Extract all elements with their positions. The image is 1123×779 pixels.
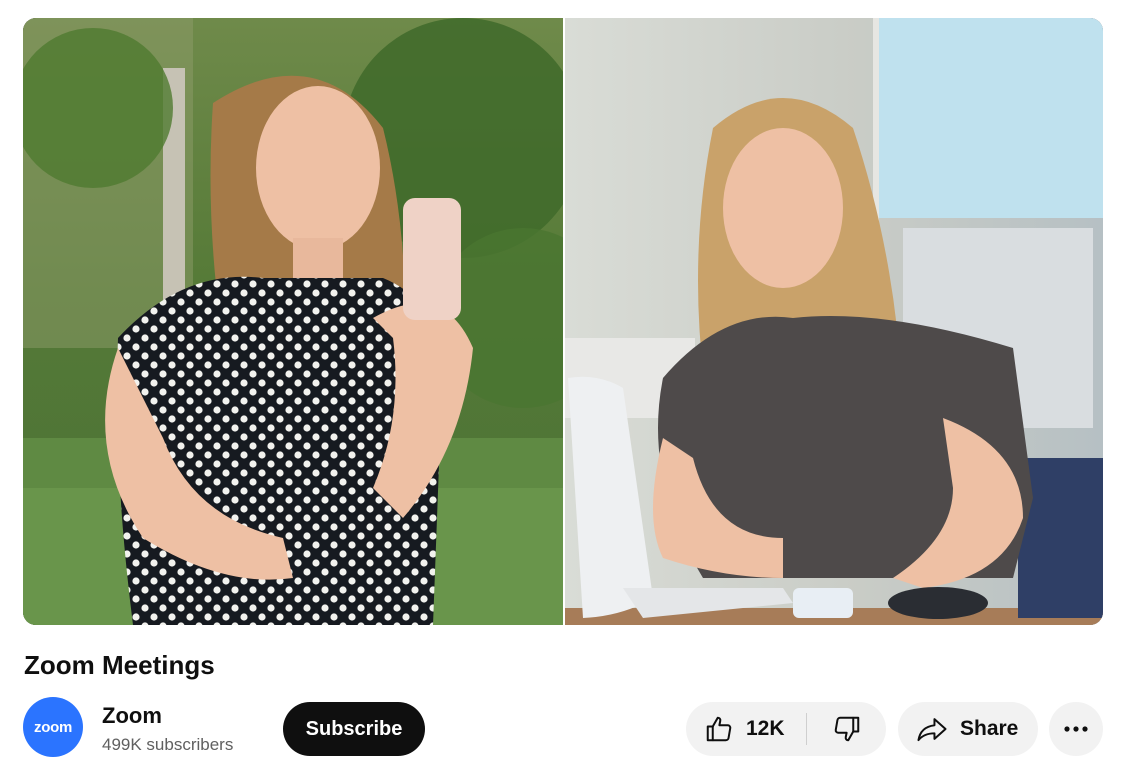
subscriber-count: 499K subscribers	[102, 735, 234, 754]
like-count: 12K	[746, 717, 785, 740]
video-player[interactable]	[23, 18, 1103, 625]
thumbs-up-icon	[704, 714, 734, 744]
video-frame	[23, 18, 1103, 625]
more-actions-button[interactable]	[1049, 702, 1103, 756]
subscribe-button[interactable]: Subscribe	[283, 702, 425, 756]
more-horizontal-icon	[1063, 725, 1089, 733]
dislike-button[interactable]	[807, 702, 886, 756]
video-title: Zoom Meetings	[24, 650, 215, 680]
share-label: Share	[960, 717, 1019, 740]
share-arrow-icon	[916, 714, 948, 744]
avatar-logo-text: zoom	[34, 718, 72, 736]
share-button[interactable]: Share	[898, 702, 1038, 756]
channel-avatar[interactable]: zoom	[23, 697, 83, 757]
like-dislike-group: 12K	[686, 702, 886, 756]
like-button[interactable]: 12K	[686, 702, 806, 756]
thumbs-down-icon	[832, 714, 862, 744]
channel-name[interactable]: Zoom	[102, 703, 162, 729]
